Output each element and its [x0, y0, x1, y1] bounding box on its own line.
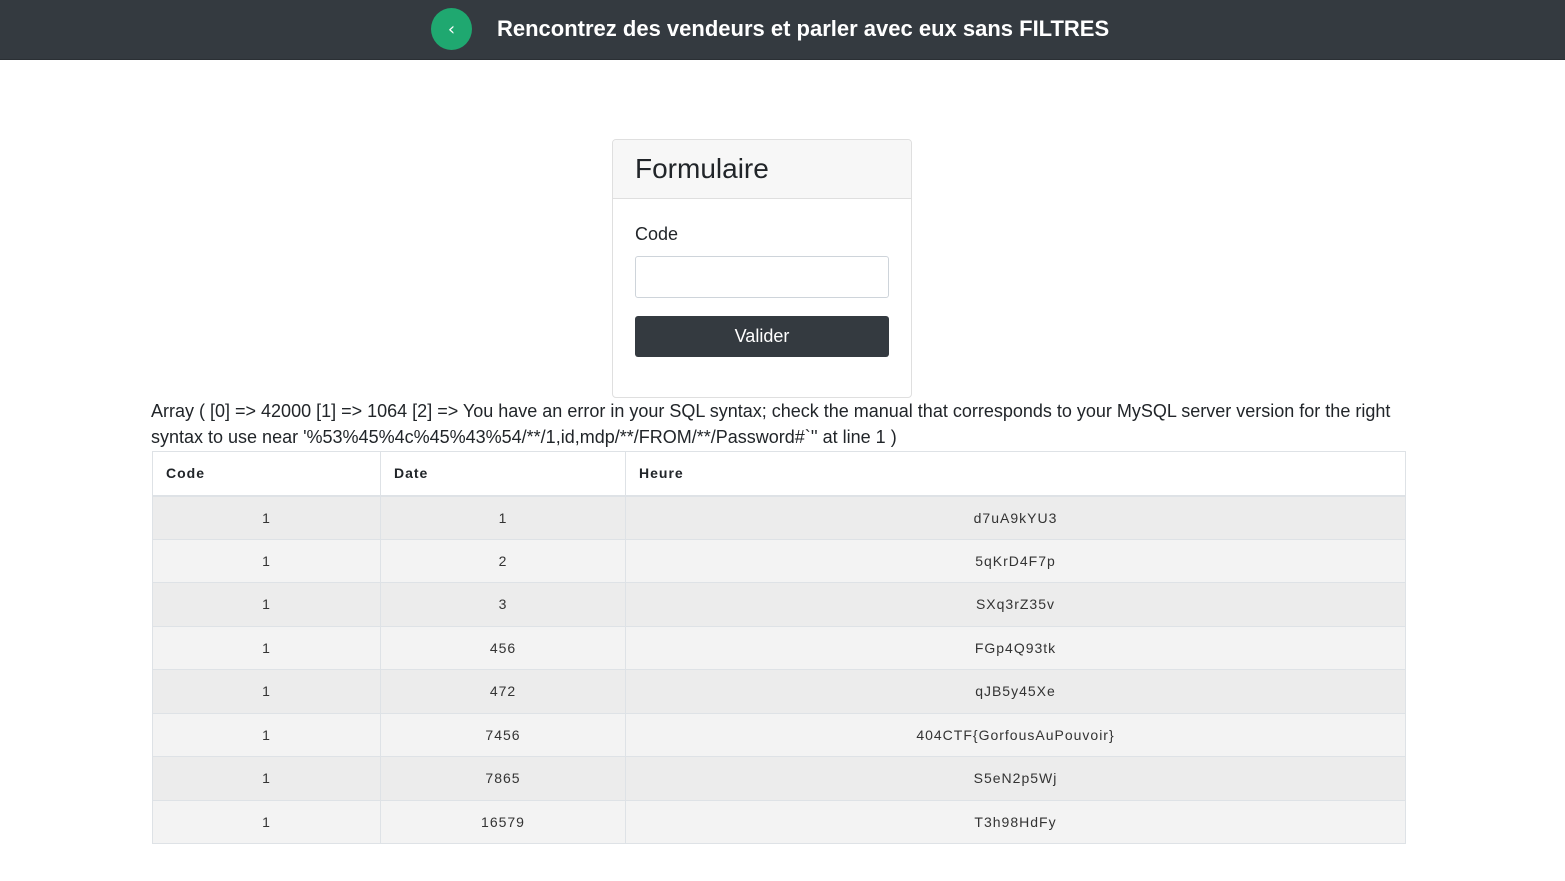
table-row: 1 2 5qKrD4F7p: [152, 538, 1406, 583]
form-card-header: Formulaire: [613, 140, 911, 199]
cell-code: 1: [152, 799, 381, 844]
cell-heure: S5eN2p5Wj: [625, 756, 1406, 800]
table-row: 1 7865 S5eN2p5Wj: [152, 756, 1406, 800]
table-row: 1 1 d7uA9kYU3: [152, 495, 1406, 539]
sql-error-message: Array ( [0] => 42000 [1] => 1064 [2] => …: [151, 401, 1391, 447]
cell-code: 1: [152, 669, 381, 713]
cell-heure: 5qKrD4F7p: [625, 538, 1406, 583]
cell-date: 2: [380, 538, 626, 583]
cell-heure: FGp4Q93tk: [625, 625, 1406, 670]
cell-code: 1: [152, 625, 381, 670]
table-row: 1 472 qJB5y45Xe: [152, 669, 1406, 713]
column-header-heure: Heure: [625, 451, 1406, 497]
column-header-code: Code: [152, 451, 381, 497]
cell-heure: d7uA9kYU3: [625, 495, 1406, 539]
cell-date: 3: [380, 582, 626, 626]
chevron-left-icon: ‹: [447, 18, 456, 40]
cell-heure: 404CTF{GorfousAuPouvoir}: [625, 712, 1406, 757]
cell-code: 1: [152, 712, 381, 757]
cell-date: 7865: [380, 756, 626, 800]
cell-heure: SXq3rZ35v: [625, 582, 1406, 626]
table-row: 1 3 SXq3rZ35v: [152, 582, 1406, 626]
cell-heure: qJB5y45Xe: [625, 669, 1406, 713]
cell-code: 1: [152, 756, 381, 800]
page-title: Rencontrez des vendeurs et parler avec e…: [497, 16, 1110, 41]
form-title: Formulaire: [635, 153, 769, 184]
cell-date: 7456: [380, 712, 626, 757]
table-row: 1 16579 T3h98HdFy: [152, 799, 1406, 844]
cell-code: 1: [152, 582, 381, 626]
cell-code: 1: [152, 495, 381, 539]
table-row: 1 7456 404CTF{GorfousAuPouvoir}: [152, 712, 1406, 757]
submit-button[interactable]: Valider: [635, 316, 889, 357]
cell-code: 1: [152, 538, 381, 583]
top-navbar: ‹ Rencontrez des vendeurs et parler avec…: [0, 0, 1565, 60]
results-table: Code Date Heure 1 1 d7uA9kYU3 1 2 5qKrD4…: [152, 451, 1406, 844]
cell-heure: T3h98HdFy: [625, 799, 1406, 844]
cell-date: 456: [380, 625, 626, 670]
cell-date: 1: [380, 495, 626, 539]
column-header-date: Date: [380, 451, 626, 497]
code-label: Code: [635, 224, 679, 244]
table-header-row: Code Date Heure: [152, 451, 1406, 497]
cell-date: 472: [380, 669, 626, 713]
form-card: Formulaire Code Valider: [612, 139, 912, 398]
back-button[interactable]: ‹: [431, 8, 472, 50]
table-row: 1 456 FGp4Q93tk: [152, 625, 1406, 670]
code-input[interactable]: [635, 256, 889, 298]
cell-date: 16579: [380, 799, 626, 844]
